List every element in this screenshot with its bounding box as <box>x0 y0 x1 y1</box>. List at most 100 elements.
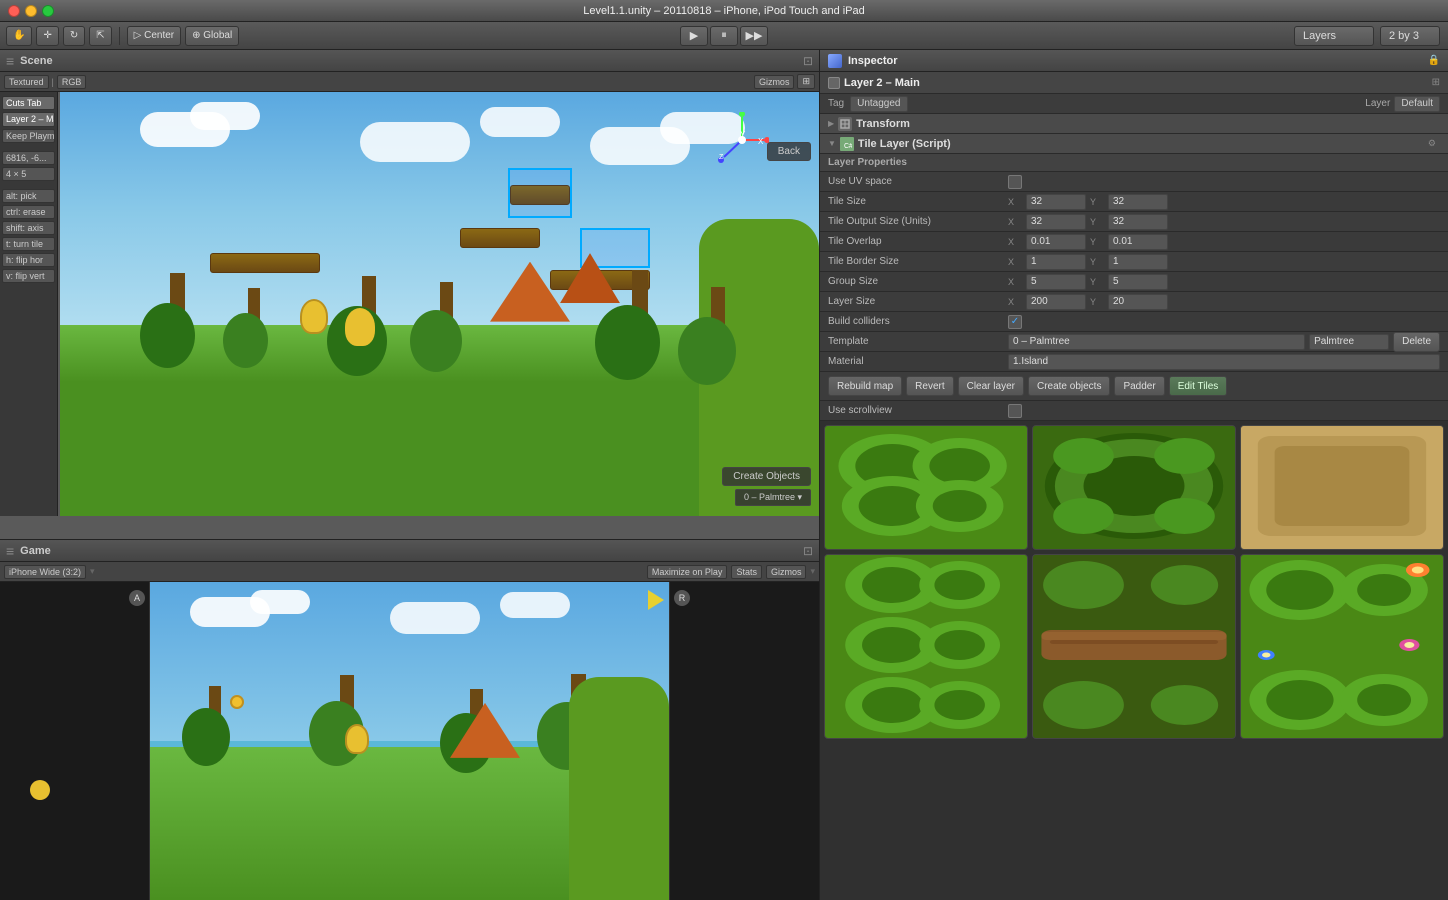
layers-dropdown[interactable]: Layers <box>1294 26 1374 46</box>
layer-size-y-input[interactable]: 20 <box>1108 294 1168 310</box>
minimize-button[interactable] <box>25 5 37 17</box>
material-row: Material 1.Island <box>820 352 1448 372</box>
tile-item-6[interactable] <box>1240 554 1444 739</box>
group-size-values: X 5 Y 5 <box>1008 274 1440 290</box>
traffic-lights <box>8 5 54 17</box>
static-icon[interactable]: ⊞ <box>1432 77 1440 88</box>
create-objects-button[interactable]: Create Objects <box>722 467 811 486</box>
tile-border-y-input[interactable]: 1 <box>1108 254 1168 270</box>
tile-item-1[interactable] <box>824 425 1028 550</box>
use-uv-label: Use UV space <box>828 176 1008 187</box>
rgb-btn[interactable]: RGB <box>57 75 87 89</box>
game-expand-icon[interactable]: ⊡ <box>803 544 813 558</box>
tag-layer-row: Tag Untagged Layer Default <box>820 94 1448 114</box>
spacer-arrow: ▾ <box>90 566 95 577</box>
template-delete-button[interactable]: Delete <box>1393 332 1440 352</box>
use-scrollview-checkbox[interactable] <box>1008 404 1022 418</box>
by-dropdown[interactable]: 2 by 3 <box>1380 26 1440 46</box>
rotate-tool[interactable]: ↻ <box>63 26 85 46</box>
layer-size-x-input[interactable]: 200 <box>1026 294 1086 310</box>
tile-overlap-y-input[interactable]: 0.01 <box>1108 234 1168 250</box>
inspector-lock-icon[interactable]: 🔒 <box>1428 55 1440 66</box>
tile-border-x-input[interactable]: 1 <box>1026 254 1086 270</box>
selection-1 <box>508 168 572 218</box>
scene-expand-icon[interactable]: ⊡ <box>803 54 813 68</box>
create-objects-inspector-button[interactable]: Create objects <box>1028 376 1110 396</box>
group-size-label: Group Size <box>828 276 1008 287</box>
tile-item-2[interactable] <box>1032 425 1236 550</box>
h-flip-hint: h: flip hor <box>2 253 55 267</box>
center-toggle[interactable]: ▷ Center <box>127 26 181 46</box>
tile-palette <box>820 421 1448 900</box>
template-name-input[interactable]: Palmtree <box>1309 334 1389 350</box>
layer-group: Layer Default <box>1365 96 1440 112</box>
play-button[interactable]: ▶ <box>680 26 708 46</box>
global-toggle[interactable]: ⊕ Global <box>185 26 239 46</box>
step-button[interactable]: ▶▶ <box>740 26 768 46</box>
layer-selector[interactable]: Layer 2 – Main ▾ <box>2 112 55 127</box>
npc-char <box>345 308 375 346</box>
pause-button[interactable]: ⏸ <box>710 26 738 46</box>
left-tools-panel: Cuts Tab Layer 2 – Main ▾ Keep Playmode … <box>0 92 58 516</box>
stats-btn[interactable]: Stats <box>731 565 762 579</box>
edit-tiles-button[interactable]: Edit Tiles <box>1169 376 1228 396</box>
tree-group-5 <box>620 270 660 380</box>
scale-tool[interactable]: ⇱ <box>89 26 111 46</box>
game-close-icon[interactable]: ≡ <box>6 543 14 559</box>
tile-overlap-x-label: X <box>1008 237 1022 247</box>
padder-button[interactable]: Padder <box>1114 376 1164 396</box>
tile-item-5[interactable] <box>1032 554 1236 739</box>
tile-output-y-input[interactable]: 32 <box>1108 214 1168 230</box>
game-cloud-3 <box>390 602 480 634</box>
rebuild-map-button[interactable]: Rebuild map <box>828 376 902 396</box>
tile-output-values: X 32 Y 32 <box>1008 214 1440 230</box>
maximize-button[interactable] <box>42 5 54 17</box>
textured-mode[interactable]: Textured <box>4 75 49 89</box>
scene-game-image[interactable]: Back Y X <box>60 92 819 516</box>
tile-size-x-input[interactable]: 32 <box>1026 194 1086 210</box>
group-size-x-input[interactable]: 5 <box>1026 274 1086 290</box>
palmtree-dropdown[interactable]: 0 – Palmtree ▾ <box>735 489 811 506</box>
move-tool[interactable]: ✛ <box>36 26 58 46</box>
group-size-y-input[interactable]: 5 <box>1108 274 1168 290</box>
back-button[interactable]: Back <box>767 142 811 161</box>
tile-item-4[interactable] <box>824 554 1028 739</box>
scene-close-icon[interactable]: ≡ <box>6 53 14 69</box>
layer-value[interactable]: Default <box>1394 96 1440 112</box>
material-dropdown[interactable]: 1.Island <box>1008 354 1440 370</box>
clear-layer-button[interactable]: Clear layer <box>958 376 1024 396</box>
gizmos-btn[interactable]: Gizmos <box>754 75 795 89</box>
iphone-resolution[interactable]: iPhone Wide (3:2) <box>4 565 86 579</box>
revert-button[interactable]: Revert <box>906 376 953 396</box>
close-button[interactable] <box>8 5 20 17</box>
maximize-play-btn[interactable]: Maximize on Play <box>647 565 728 579</box>
template-values: 0 – Palmtree Palmtree Delete <box>1008 332 1440 352</box>
gizmo-svg: Y X Z <box>714 112 769 167</box>
left-panel: ≡ Scene ⊡ Textured | RGB Gizmos ⊞ Cuts T… <box>0 50 820 900</box>
hand-tool[interactable]: ✋ <box>6 26 32 46</box>
player-char <box>300 299 328 334</box>
template-row: Template 0 – Palmtree Palmtree Delete <box>820 332 1448 352</box>
template-dropdown[interactable]: 0 – Palmtree <box>1008 334 1305 350</box>
tile-overlap-values: X 0.01 Y 0.01 <box>1008 234 1440 250</box>
object-active-checkbox[interactable] <box>828 77 840 89</box>
cuts-tab[interactable]: Cuts Tab <box>2 96 55 110</box>
use-scrollview-row: Use scrollview <box>820 401 1448 421</box>
snap-btn[interactable]: ⊞ <box>797 74 815 89</box>
tile-size-y-input[interactable]: 32 <box>1108 194 1168 210</box>
tag-value[interactable]: Untagged <box>850 96 907 112</box>
tile-layer-menu-icon[interactable]: ⚙ <box>1424 138 1440 149</box>
transform-header[interactable]: ▶ Transform <box>820 114 1448 134</box>
build-colliders-label: Build colliders <box>828 316 1008 327</box>
layer-properties-section: Layer Properties <box>820 154 1448 172</box>
tile-item-3[interactable] <box>1240 425 1444 550</box>
use-uv-checkbox[interactable] <box>1008 175 1022 189</box>
tile-overlap-x-input[interactable]: 0.01 <box>1026 234 1086 250</box>
game-gizmos-btn[interactable]: Gizmos <box>766 565 807 579</box>
build-colliders-checkbox[interactable] <box>1008 315 1022 329</box>
material-label: Material <box>828 356 1008 367</box>
keep-playmode[interactable]: Keep Playmode Changes <box>2 129 55 143</box>
tree-group-1 <box>160 273 195 368</box>
tile-output-x-input[interactable]: 32 <box>1026 214 1086 230</box>
tile-layer-header[interactable]: ▼ C# Tile Layer (Script) ⚙ <box>820 134 1448 154</box>
